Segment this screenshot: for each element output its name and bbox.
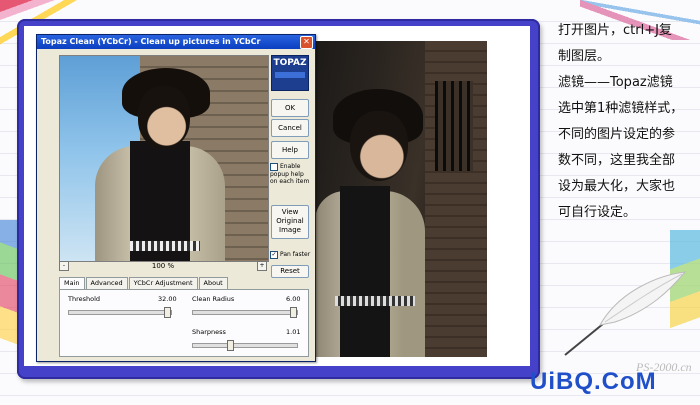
ok-button[interactable]: OK — [271, 99, 309, 117]
preview-head — [138, 86, 190, 148]
topaz-logo: TOPAZ — [271, 55, 309, 91]
quill-feather-icon — [564, 271, 687, 356]
instruction-line: 滤镜——Topaz滤镜 — [558, 75, 673, 90]
dialog-titlebar[interactable]: Topaz Clean (YCbCr) - Clean up pictures … — [37, 35, 315, 49]
pan-faster-checkbox-row[interactable]: ✓ Pan faster — [270, 251, 312, 259]
reset-button[interactable]: Reset — [271, 265, 309, 278]
close-icon[interactable]: ✕ — [300, 36, 313, 49]
clean-radius-slider-thumb[interactable] — [290, 307, 297, 318]
instruction-line: 设为最大化，大家也 — [558, 179, 676, 194]
tab-advanced[interactable]: Advanced — [85, 277, 128, 289]
instruction-line: 不同的图片设定的参 — [558, 127, 676, 142]
zoom-out-button[interactable]: - — [59, 261, 69, 271]
result-photo — [315, 41, 487, 357]
instruction-line: 可自行设定。 — [558, 205, 637, 220]
tab-ycbcr-adjustment[interactable]: YCbCr Adjustment — [128, 277, 198, 289]
zoom-in-button[interactable]: + — [257, 261, 267, 271]
sharpness-label: Sharpness — [192, 328, 226, 336]
shirt — [340, 186, 390, 357]
sharpness-slider-thumb[interactable] — [227, 340, 234, 351]
topaz-clean-dialog: Topaz Clean (YCbCr) - Clean up pictures … — [36, 34, 316, 362]
help-button[interactable]: Help — [271, 141, 309, 159]
topaz-logo-text: TOPAZ — [273, 58, 307, 68]
zoom-bar: - 100 % + — [59, 261, 267, 271]
clean-radius-value: 6.00 — [286, 295, 301, 303]
pan-faster-label: Pan faster — [280, 251, 311, 258]
instruction-line: 数不同，这里我全部 — [558, 153, 676, 168]
preview-image[interactable] — [59, 55, 269, 262]
threshold-slider[interactable] — [68, 307, 172, 318]
pan-faster-checkbox[interactable]: ✓ — [270, 251, 278, 259]
popup-help-checkbox[interactable] — [270, 163, 278, 171]
clean-radius-slider[interactable] — [192, 307, 298, 318]
instruction-line: 制图层。 — [558, 49, 611, 64]
instruction-line: 打开图片，ctrl+J复 — [558, 23, 672, 38]
popup-help-checkbox-row[interactable]: Enable popup help on each item — [270, 163, 312, 185]
tab-main[interactable]: Main — [59, 277, 85, 289]
clean-radius-label: Clean Radius — [192, 295, 235, 303]
threshold-slider-thumb[interactable] — [164, 307, 171, 318]
instruction-line: 选中第1种滤镜样式， — [558, 101, 684, 116]
zoom-level: 100 % — [151, 262, 175, 270]
head — [350, 111, 408, 181]
tab-about[interactable]: About — [198, 277, 228, 289]
instruction-text: 打开图片，ctrl+J复 制图层。 滤镜——Topaz滤镜 选中第1种滤镜样式，… — [558, 18, 696, 226]
tab-strip: Main Advanced YCbCr Adjustment About — [59, 277, 229, 289]
sharpness-slider[interactable] — [192, 340, 298, 351]
main-tab-panel: Threshold 32.00 Clean Radius 6.00 Sharpn… — [59, 289, 309, 357]
belt — [335, 296, 415, 306]
view-original-button[interactable]: View Original Image — [271, 205, 309, 239]
sharpness-value: 1.01 — [286, 328, 301, 336]
watermark-logo: UiBQ.CoM — [530, 368, 657, 395]
dialog-title: Topaz Clean (YCbCr) - Clean up pictures … — [41, 37, 261, 46]
threshold-value: 32.00 — [158, 295, 177, 303]
preview-belt — [130, 241, 200, 251]
barred-window — [435, 81, 473, 171]
threshold-label: Threshold — [68, 295, 101, 303]
cancel-button[interactable]: Cancel — [271, 119, 309, 137]
